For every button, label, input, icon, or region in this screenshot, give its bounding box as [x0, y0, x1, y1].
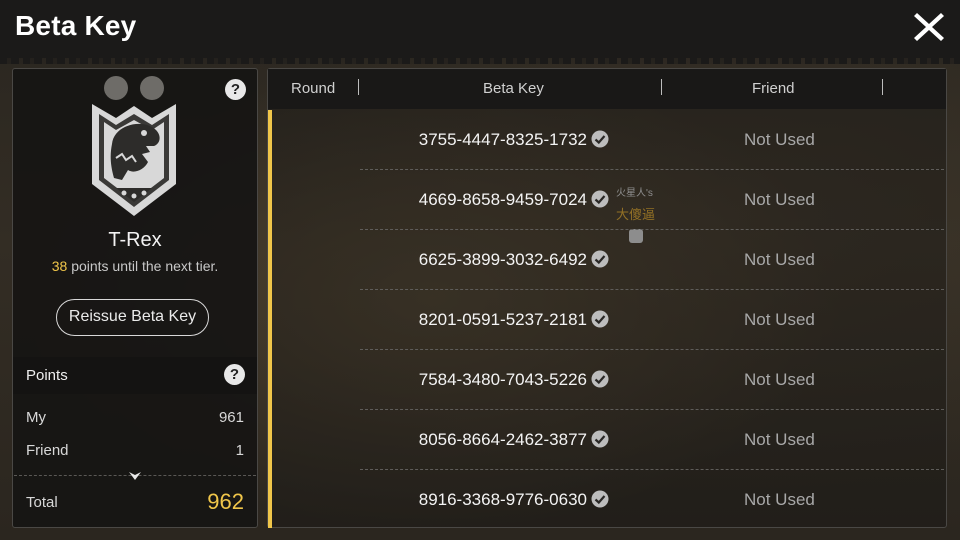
points-header-label: Points [26, 367, 68, 384]
table-row[interactable]: 7584-3480-7043-5226 Not Used [360, 350, 944, 410]
slot-dot [140, 76, 164, 100]
friend-status: Not Used [744, 310, 815, 329]
slot-dot [104, 76, 128, 100]
beta-key-value: 3755-4447-8325-1732 [418, 130, 587, 149]
total-label: Total [26, 494, 58, 511]
friend-status: Not Used [744, 430, 815, 449]
points-until-next-suffix: points until the next tier. [71, 258, 219, 274]
points-header: Points ? [13, 357, 257, 394]
total-value: 962 [207, 489, 244, 514]
table-row[interactable]: 8056-8664-2462-3877 Not Used [360, 410, 944, 470]
points-row-my: My 961 [26, 409, 244, 426]
check-circle-icon [591, 370, 609, 388]
help-icon[interactable]: ? [225, 79, 246, 100]
table-row[interactable]: 4669-8658-9459-7024 Not Used [360, 170, 944, 230]
check-circle-icon [591, 490, 609, 508]
friend-status: Not Used [744, 490, 815, 509]
table-row[interactable]: 6625-3899-3032-6492 Not Used [360, 230, 944, 290]
beta-key-value: 7584-3480-7043-5226 [418, 370, 587, 389]
friend-status: Not Used [744, 370, 815, 389]
check-circle-icon [591, 130, 609, 148]
points-help-icon[interactable]: ? [224, 364, 245, 385]
t-rex-badge-icon [88, 100, 180, 220]
column-header-friend: Friend [752, 80, 795, 97]
column-separator [358, 79, 359, 95]
beta-key-value: 8916-3368-9776-0630 [418, 490, 587, 509]
title-bar: Beta Key [0, 0, 960, 64]
beta-key-value: 8201-0591-5237-2181 [418, 310, 587, 329]
points-row-label: Friend [26, 442, 69, 459]
check-circle-icon [591, 310, 609, 328]
points-row-value: 961 [218, 409, 244, 426]
table-row[interactable]: 3755-4447-8325-1732 Not Used [360, 110, 944, 170]
window-title: Beta Key [15, 10, 137, 41]
chevron-down-icon[interactable] [128, 469, 142, 481]
table-row[interactable]: 8201-0591-5237-2181 Not Used [360, 290, 944, 350]
beta-key-value: 6625-3899-3032-6492 [418, 250, 587, 269]
tier-name: T-Rex [108, 229, 162, 251]
friend-status: Not Used [744, 130, 815, 149]
selected-round-indicator [268, 110, 272, 528]
tier-progress-text: 38 points until the next tier. [12, 258, 258, 274]
reissue-beta-key-button[interactable]: Reissue Beta Key [56, 299, 209, 336]
points-until-next: 38 [51, 258, 68, 274]
table-row[interactable]: 8916-3368-9776-0630 Not Used [360, 470, 944, 530]
points-row-value: 1 [235, 442, 244, 459]
friend-status: Not Used [744, 250, 815, 269]
check-circle-icon [591, 430, 609, 448]
column-header-round: Round [291, 80, 336, 97]
friend-status: Not Used [744, 190, 815, 209]
check-circle-icon [591, 250, 609, 268]
check-circle-icon [591, 190, 609, 208]
points-row-friend: Friend 1 [26, 442, 244, 459]
table-header: Round Beta Key Friend [268, 69, 946, 109]
beta-key-value: 4669-8658-9459-7024 [418, 190, 587, 209]
points-row-label: My [26, 409, 46, 426]
column-separator [882, 79, 883, 95]
column-header-beta-key: Beta Key [483, 80, 544, 97]
column-separator [661, 79, 662, 95]
beta-key-value: 8056-8664-2462-3877 [418, 430, 587, 449]
close-icon[interactable] [910, 8, 948, 46]
